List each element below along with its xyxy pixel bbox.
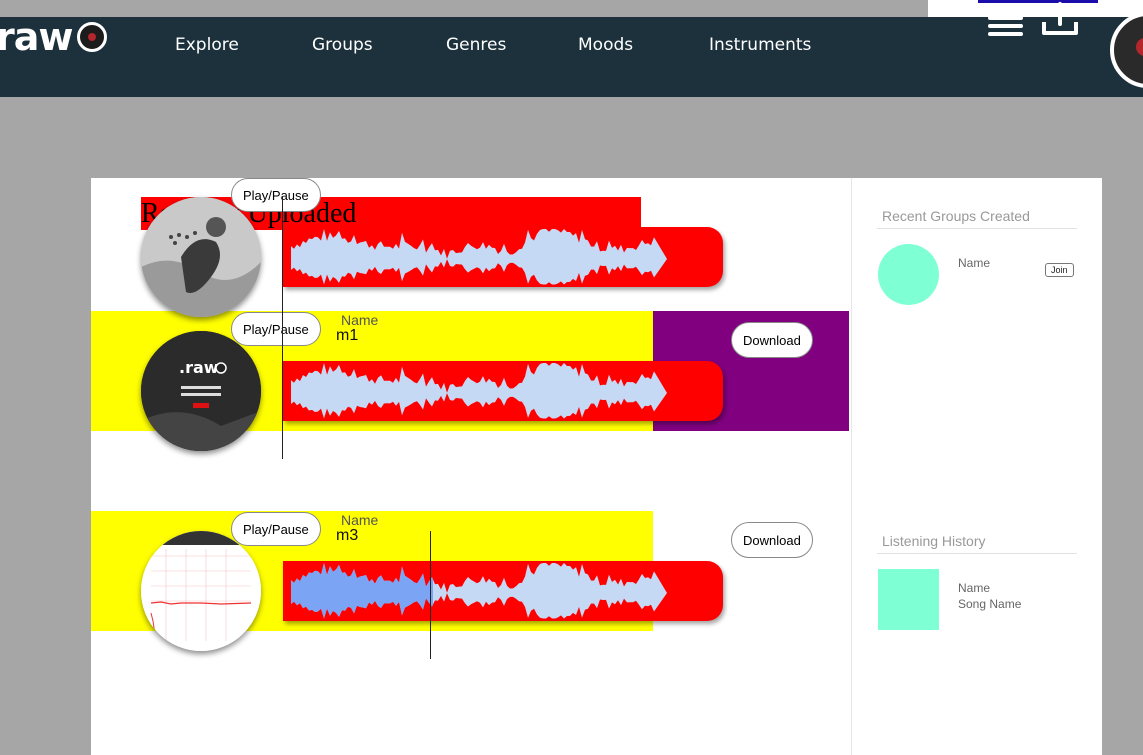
nav-explore[interactable]: Explore — [175, 35, 239, 55]
waveform-bar[interactable] — [283, 561, 723, 621]
groups-title: Recent Groups Created — [882, 208, 1030, 224]
group-avatar[interactable] — [878, 244, 939, 305]
sidebar: Recent Groups Created Name Join Listenin… — [851, 178, 1102, 755]
logo-text: raw — [0, 15, 73, 59]
navbar: raw Explore Groups Genres Moods Instrume… — [0, 17, 1143, 97]
account-popup — [928, 0, 1143, 17]
popup-link[interactable] — [978, 0, 1098, 3]
upload-icon[interactable] — [1040, 0, 1080, 38]
svg-text:.raw: .raw — [179, 358, 219, 377]
menu-icon[interactable] — [988, 16, 1023, 36]
main-panel: Recently Uploaded .raw Play/Pause Play/P… — [91, 178, 851, 755]
nav-instruments[interactable]: Instruments — [709, 35, 811, 55]
download-button[interactable]: Download — [731, 522, 813, 558]
waveform-bar[interactable] — [283, 227, 723, 287]
group-name[interactable]: Name — [958, 256, 990, 270]
logo[interactable]: raw — [0, 17, 107, 57]
nav-groups[interactable]: Groups — [312, 35, 373, 55]
album-art — [141, 197, 261, 317]
track-title: m1 — [336, 327, 359, 344]
play-pause-button[interactable]: Play/Pause — [231, 312, 321, 346]
join-button[interactable]: Join — [1045, 263, 1074, 277]
playhead-line — [282, 196, 283, 459]
record-disc-icon — [76, 22, 107, 52]
waveform-bar[interactable] — [283, 361, 723, 421]
track-name-label: Name — [341, 312, 379, 328]
waveform-graphic — [291, 229, 667, 285]
album-art: .raw — [141, 331, 261, 451]
history-name[interactable]: Name — [958, 581, 990, 595]
nav-moods[interactable]: Moods — [578, 35, 633, 55]
waveform-graphic — [291, 363, 667, 419]
history-song[interactable]: Song Name — [958, 597, 1021, 611]
divider — [877, 228, 1077, 229]
playhead-line — [430, 531, 431, 659]
album-art — [141, 531, 261, 651]
download-button[interactable]: Download — [731, 322, 813, 358]
play-pause-button[interactable]: Play/Pause — [231, 512, 321, 546]
track-title: m3 — [336, 527, 359, 544]
divider — [877, 553, 1077, 554]
history-title: Listening History — [882, 533, 986, 549]
waveform-graphic — [291, 563, 667, 619]
track-name-label: Name — [341, 512, 379, 528]
play-pause-button[interactable]: Play/Pause — [231, 178, 321, 212]
nav-genres[interactable]: Genres — [446, 35, 506, 55]
history-thumbnail[interactable] — [878, 569, 939, 630]
